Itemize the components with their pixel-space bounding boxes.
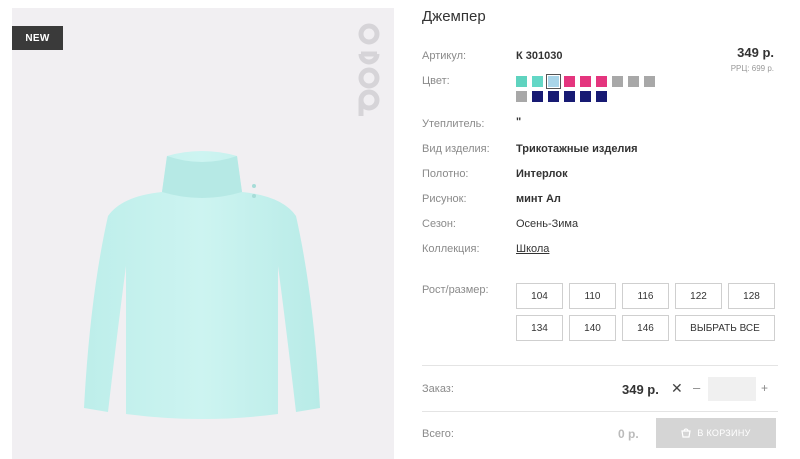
color-swatch[interactable] — [546, 74, 561, 89]
turtleneck-illustration — [84, 151, 320, 419]
color-swatch[interactable] — [580, 76, 591, 87]
size-104-button[interactable]: 104 — [516, 283, 563, 309]
size-128-button[interactable]: 128 — [728, 283, 775, 309]
size-122-button[interactable]: 122 — [675, 283, 722, 309]
size-116-button[interactable]: 116 — [622, 283, 669, 309]
new-badge: NEW — [12, 26, 63, 50]
pattern-label: Рисунок: — [422, 193, 467, 205]
product-type-label: Вид изделия: — [422, 143, 490, 155]
color-label: Цвет: — [422, 75, 450, 87]
add-to-cart-label: В КОРЗИНУ — [697, 428, 751, 438]
order-label: Заказ: — [422, 383, 454, 395]
size-134-button[interactable]: 134 — [516, 315, 563, 341]
insulation-label: Утеплитель: — [422, 118, 485, 130]
cart-icon — [681, 428, 692, 438]
increase-quantity-button[interactable]: + — [761, 381, 768, 395]
color-swatch[interactable] — [580, 91, 591, 102]
article-label: Артикул: — [422, 50, 467, 62]
order-price: 349 р. — [622, 382, 659, 397]
quantity-input[interactable] — [708, 377, 756, 401]
select-all-sizes-button[interactable]: ВЫБРАТЬ ВСЕ — [675, 315, 775, 341]
size-label: Рост/размер: — [422, 284, 489, 296]
insulation-value: " — [516, 116, 522, 128]
product-image[interactable]: NEW — [12, 8, 394, 459]
product-type-value: Трикотажные изделия — [516, 143, 638, 155]
divider — [422, 411, 778, 412]
color-swatch[interactable] — [516, 76, 527, 87]
decrease-quantity-button[interactable]: – — [693, 380, 700, 395]
color-swatch[interactable] — [548, 91, 559, 102]
fabric-value: Интерлок — [516, 168, 568, 180]
color-swatch[interactable] — [596, 76, 607, 87]
article-value: К 301030 — [516, 50, 563, 62]
color-swatch[interactable] — [628, 76, 639, 87]
size-140-button[interactable]: 140 — [569, 315, 616, 341]
color-swatch[interactable] — [612, 76, 623, 87]
fabric-label: Полотно: — [422, 168, 469, 180]
size-110-button[interactable]: 110 — [569, 283, 616, 309]
color-swatch[interactable] — [644, 76, 655, 87]
color-swatch[interactable] — [516, 91, 527, 102]
color-swatch[interactable] — [564, 76, 575, 87]
total-value: 0 р. — [618, 427, 639, 441]
collection-label: Коллекция: — [422, 243, 480, 255]
product-price: 349 р. — [737, 45, 774, 60]
color-swatch[interactable] — [532, 91, 543, 102]
season-label: Сезон: — [422, 218, 456, 230]
size-146-button[interactable]: 146 — [622, 315, 669, 341]
season-value: Осень-Зима — [516, 218, 579, 230]
brand-logo — [358, 23, 380, 116]
rrp-price: РРЦ: 699 р. — [730, 64, 774, 73]
product-title: Джемпер — [422, 8, 486, 25]
pattern-value: минт Ал — [516, 193, 561, 205]
color-swatch[interactable] — [564, 91, 575, 102]
remove-icon[interactable]: ✕ — [671, 380, 683, 397]
divider — [422, 365, 778, 366]
color-swatch[interactable] — [596, 91, 607, 102]
add-to-cart-button[interactable]: В КОРЗИНУ — [656, 418, 776, 448]
color-swatch[interactable] — [532, 76, 543, 87]
collection-link[interactable]: Школа — [516, 243, 549, 255]
total-label: Всего: — [422, 428, 454, 440]
